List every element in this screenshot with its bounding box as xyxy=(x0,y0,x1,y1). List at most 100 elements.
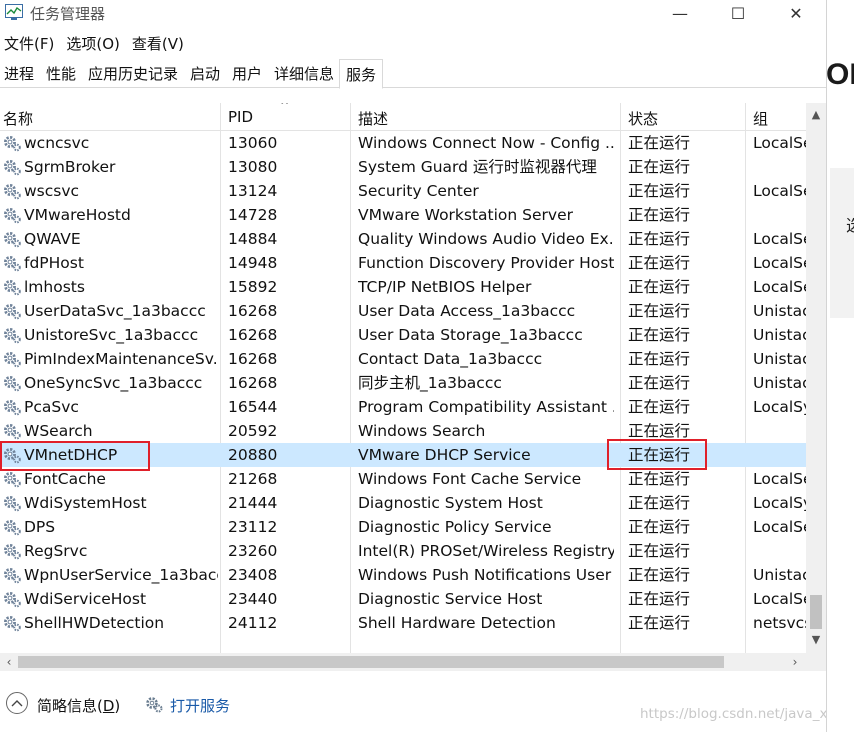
fewer-details-text: 简略信息( xyxy=(37,697,103,715)
description-cell: Windows Search xyxy=(358,422,486,440)
status-cell: 正在运行 xyxy=(628,326,691,344)
column-header-pid[interactable]: PID xyxy=(228,108,253,126)
horizontal-scroll-thumb[interactable] xyxy=(18,656,724,668)
table-row[interactable]: PimIndexMaintenanceSv... 16268 Contact Dat… xyxy=(0,347,806,371)
description-cell: Windows Connect Now - Config ... xyxy=(358,134,614,152)
table-row[interactable]: fdPHost 14948 Function Discovery Provider … xyxy=(0,251,806,275)
pid-cell: 16268 xyxy=(228,350,278,368)
table-row[interactable]: VMnetDHCP 20880 VMware DHCP Service 正在运行 xyxy=(0,443,806,467)
service-name-cell: VMwareHostd xyxy=(24,206,131,224)
horizontal-scrollbar[interactable]: ‹ › xyxy=(0,653,806,671)
table-row[interactable]: VMwareHostd 14728 VMware Workstation Serve… xyxy=(0,203,806,227)
service-name-cell: WSearch xyxy=(24,422,93,440)
maximize-button[interactable]: ☐ xyxy=(709,0,767,26)
table-row[interactable]: QWAVE 14884 Quality Windows Audio Video Ex… xyxy=(0,227,806,251)
status-cell: 正在运行 xyxy=(628,566,691,584)
gear-icon xyxy=(2,446,22,464)
table-row[interactable]: UserDataSvc_1a3baccc 16268 User Data Acces… xyxy=(0,299,806,323)
table-row[interactable]: OneSyncSvc_1a3baccc 16268 同步主机_1a3baccc 正在运… xyxy=(0,371,806,395)
pid-cell: 24112 xyxy=(228,614,278,632)
description-cell: Windows Push Notifications User ... xyxy=(358,566,614,584)
group-cell: Unistac xyxy=(753,326,806,344)
table-row[interactable]: WdiServiceHost 23440 Diagnostic Service Ho… xyxy=(0,587,806,611)
status-cell: 正在运行 xyxy=(628,254,691,272)
vertical-scrollbar[interactable]: ▲ ▼ xyxy=(806,103,826,653)
table-row[interactable]: PcaSvc 16544 Program Compatibility Assista… xyxy=(0,395,806,419)
table-row[interactable]: WpnUserService_1a3baccc 23408 Windows Push… xyxy=(0,563,806,587)
tab-processes[interactable]: 进程 xyxy=(0,61,38,87)
tab-services[interactable]: 服务 xyxy=(339,59,383,89)
column-header-status[interactable]: 状态 xyxy=(628,108,658,129)
table-row[interactable]: FontCache 21268 Windows Font Cache Service… xyxy=(0,467,806,491)
collapse-details-button[interactable] xyxy=(6,692,28,714)
description-cell: VMware DHCP Service xyxy=(358,446,531,464)
fewer-details-link[interactable]: 简略信息(D) xyxy=(37,695,120,716)
status-cell: 正在运行 xyxy=(628,302,691,320)
status-cell: 正在运行 xyxy=(628,398,691,416)
watermark: https://blog.csdn.net/java_xxh xyxy=(640,706,826,722)
open-services-link[interactable]: 打开服务 xyxy=(170,695,230,716)
description-cell: Diagnostic Policy Service xyxy=(358,518,552,536)
scroll-left-arrow-icon[interactable]: ‹ xyxy=(0,653,18,671)
gear-icon xyxy=(2,206,22,224)
menu-file[interactable]: 文件(F) xyxy=(0,32,62,56)
table-row[interactable]: lmhosts 15892 TCP/IP NetBIOS Helper 正在运行 Loc… xyxy=(0,275,806,299)
pid-cell: 20880 xyxy=(228,446,278,464)
table-row[interactable]: wcncsvc 13060 Windows Connect Now - Config… xyxy=(0,131,806,155)
table-row[interactable]: wscsvc 13124 Security Center 正在运行 LocalSe xyxy=(0,179,806,203)
tab-app-history[interactable]: 应用历史记录 xyxy=(84,61,182,87)
tab-users[interactable]: 用户 xyxy=(228,61,266,87)
fewer-details-accesskey: D xyxy=(102,697,115,715)
vertical-scroll-thumb[interactable] xyxy=(810,595,822,629)
chevron-up-icon xyxy=(11,700,23,707)
status-cell: 正在运行 xyxy=(628,230,691,248)
description-cell: Quality Windows Audio Video Ex... xyxy=(358,230,614,248)
title-bar[interactable]: 任务管理器 — ☐ ✕ xyxy=(0,0,826,26)
table-row[interactable]: UnistoreSvc_1a3baccc 16268 User Data Stora… xyxy=(0,323,806,347)
tab-performance[interactable]: 性能 xyxy=(42,61,80,87)
status-cell: 正在运行 xyxy=(628,470,691,488)
table-row[interactable]: ShellHWDetection 24112 Shell Hardware Dete… xyxy=(0,611,806,635)
service-name-cell: ShellHWDetection xyxy=(24,614,165,632)
menu-view[interactable]: 查看(V) xyxy=(128,32,192,56)
service-name-cell: fdPHost xyxy=(24,254,84,272)
service-name-cell: lmhosts xyxy=(24,278,85,296)
service-name-cell: OneSyncSvc_1a3baccc xyxy=(24,374,203,392)
scroll-down-arrow-icon[interactable]: ▼ xyxy=(806,631,826,649)
table-row[interactable]: DPS 23112 Diagnostic Policy Service 正在运行 Loc… xyxy=(0,515,806,539)
table-row[interactable]: WdiSystemHost 21444 Diagnostic System Host… xyxy=(0,491,806,515)
gear-icon xyxy=(2,518,22,536)
column-header-group[interactable]: 组 xyxy=(753,108,768,129)
minimize-button[interactable]: — xyxy=(651,0,709,26)
table-row[interactable]: SgrmBroker 13080 System Guard 运行时监视器代理 正在运行 xyxy=(0,155,806,179)
pid-cell: 13060 xyxy=(228,134,278,152)
column-header-name[interactable]: 名称 xyxy=(3,108,33,129)
service-name-cell: wcncsvc xyxy=(24,134,90,152)
group-cell: LocalSe xyxy=(753,230,806,248)
description-cell: Diagnostic Service Host xyxy=(358,590,543,608)
gear-icon xyxy=(2,230,22,248)
column-header-description[interactable]: 描述 xyxy=(358,108,388,129)
tab-startup[interactable]: 启动 xyxy=(186,61,224,87)
service-name-cell: QWAVE xyxy=(24,230,81,248)
service-name-cell: VMnetDHCP xyxy=(24,446,118,464)
menu-options[interactable]: 选项(O) xyxy=(62,32,128,56)
tab-details[interactable]: 详细信息 xyxy=(270,61,338,87)
service-name-cell: PimIndexMaintenanceSv... xyxy=(24,350,218,368)
scroll-up-arrow-icon[interactable]: ▲ xyxy=(806,106,826,124)
service-name-cell: RegSrvc xyxy=(24,542,88,560)
pid-cell: 23408 xyxy=(228,566,278,584)
group-cell: Unistac xyxy=(753,374,806,392)
status-cell: 正在运行 xyxy=(628,422,691,440)
group-cell: LocalSy xyxy=(753,398,806,416)
status-cell: 正在运行 xyxy=(628,446,691,464)
table-row[interactable]: WSearch 20592 Windows Search 正在运行 xyxy=(0,419,806,443)
background-window: ON 选 xyxy=(826,0,854,732)
scroll-right-arrow-icon[interactable]: › xyxy=(786,653,804,671)
close-button[interactable]: ✕ xyxy=(767,0,825,26)
status-cell: 正在运行 xyxy=(628,134,691,152)
gear-icon xyxy=(2,158,22,176)
window-title: 任务管理器 xyxy=(30,5,106,23)
table-row[interactable]: RegSrvc 23260 Intel(R) PROSet/Wireless Reg… xyxy=(0,539,806,563)
status-cell: 正在运行 xyxy=(628,518,691,536)
